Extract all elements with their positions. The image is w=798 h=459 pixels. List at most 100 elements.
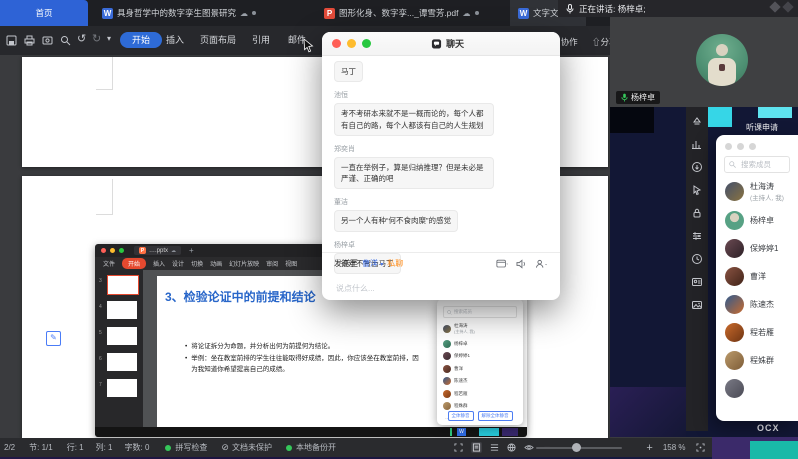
ppt-tab-animation[interactable]: 动画 [210,259,222,268]
tab-home[interactable]: 首页 [0,0,88,26]
ppt-tab-review[interactable]: 审阅 [266,259,278,268]
close-icon[interactable] [332,39,341,48]
ppt-tab-view[interactable]: 视图 [285,259,297,268]
nested-member-row[interactable]: 曹洋 [443,365,517,373]
member-row[interactable]: 杨梓卓 [725,211,798,230]
minimize-icon[interactable] [737,143,744,150]
ppt-tab-design[interactable]: 设计 [172,259,184,268]
ribbon-tab-start[interactable]: 开始 [120,32,162,48]
eye-protect-icon[interactable] [524,443,534,452]
ppt-new-tab-button[interactable]: + [189,246,194,255]
outline-view-icon[interactable] [490,443,499,452]
slide-thumbnail[interactable] [107,379,137,397]
fit-page-icon[interactable] [696,443,705,452]
record-icon[interactable] [691,161,703,173]
fullscreen-icon[interactable] [454,443,463,452]
member-row[interactable]: 保婷婷1 [725,239,798,258]
shared-screen-shape [758,107,792,118]
chat-input[interactable] [334,283,538,294]
minimize-icon[interactable] [347,39,356,48]
backup-label[interactable]: 本地备份开 [296,442,336,453]
slide-thumbnail[interactable] [107,327,137,345]
audit-request-label[interactable]: 听课申请 [746,122,778,133]
send-target-selector[interactable]: 曹洋 ▾ [362,258,383,269]
pointer-icon[interactable] [691,184,703,196]
nested-member-row[interactable]: 陈速杰 [443,377,517,385]
tab-doc-2[interactable]: P 图形化身、数字孪..._谭雪芳.pdf ☁ [316,0,506,26]
close-icon[interactable] [101,248,106,253]
member-row[interactable]: 陈速杰 [725,295,798,314]
member-row[interactable]: 程若雁 [725,323,798,342]
member-row[interactable]: 杜海涛(主持人, 我) [725,181,798,202]
zoom-percent[interactable]: 158 % [663,443,686,452]
member-row-partial[interactable] [725,379,798,398]
protect-label[interactable]: 文档未保护 [232,442,272,453]
ppt-tab-transition[interactable]: 切换 [191,259,203,268]
member-row[interactable]: 曹洋 [725,267,798,286]
minimize-icon[interactable] [110,248,115,253]
ribbon-tab-insert[interactable]: 插入 [166,32,184,48]
nested-member-row[interactable]: 程若雁 [443,390,517,398]
print-preview-icon[interactable] [42,35,53,46]
private-chat-toggle[interactable]: 私聊 [387,258,403,269]
save-icon[interactable] [6,35,17,46]
ribbon-tab-references[interactable]: 引用 [252,32,270,48]
unprotected-icon: ⊘ [221,442,229,453]
comment-marker-icon[interactable]: ✎ [46,331,61,346]
settings-sliders-icon[interactable] [691,230,703,242]
tab-doc-1[interactable]: W 具身哲学中的数字孪生图景研究 ☁ [94,0,312,26]
page-view-icon[interactable] [471,442,482,453]
close-icon[interactable] [725,143,732,150]
speaking-indicator-bar: 正在讲话: 杨梓卓; [558,0,798,17]
nested-member-row[interactable]: 保婷婷1 [443,352,517,360]
ppt-menu-file[interactable]: 文件 [103,259,115,268]
nested-member-row[interactable]: 程姝群 [443,402,517,410]
member-row[interactable]: 程姝群 [725,351,798,370]
stats-icon[interactable] [691,138,703,150]
profile-card-icon[interactable] [691,276,703,288]
undo-icon[interactable]: ↺ [77,32,86,45]
slide-thumbnail-panel: 3 4 5 6 7 [95,270,143,427]
member-search-field[interactable] [724,156,790,173]
message-sender: 郑奕肖 [334,144,548,154]
ppt-doc-tab[interactable]: P ….pptx ☁ [134,246,181,255]
presentation-logo-icon: P [139,247,146,254]
find-icon[interactable] [60,35,71,46]
speaker-icon[interactable] [516,259,527,269]
hand-raise-icon[interactable] [691,115,703,127]
maximize-icon[interactable] [749,143,756,150]
maximize-icon[interactable] [362,39,371,48]
member-search-input[interactable] [739,159,785,170]
spellcheck-label[interactable]: 拼写检查 [175,442,207,453]
chat-message-list[interactable]: 马丁 池恒 考不考研本来就不是一概而论的，每个人都有自己的路，每个人都该有自己的… [322,56,560,274]
mute-all-button[interactable]: 全体静音 [448,411,474,421]
slide-thumbnail[interactable] [107,353,137,371]
tab-home-label: 首页 [35,7,52,19]
redo-icon[interactable]: ↻ [92,32,101,45]
history-clock-icon[interactable] [691,253,703,265]
web-view-icon[interactable] [507,443,516,452]
ppt-tab-insert[interactable]: 插入 [153,259,165,268]
zoom-in-button[interactable]: + [646,442,652,454]
toolbar-dropdown-icon[interactable]: ▾ [107,34,111,43]
app-watermark-icon [771,3,792,13]
zoom-slider-handle[interactable] [572,443,581,452]
collaborate-label: 协作 [561,37,578,47]
image-icon[interactable] [691,299,703,311]
slide-thumbnail[interactable] [107,301,137,319]
ppt-tab-slideshow[interactable]: 幻灯片放映 [229,259,259,268]
lock-icon[interactable] [691,207,703,219]
print-icon[interactable] [24,35,35,46]
ribbon-tab-page-layout[interactable]: 页面布局 [200,32,236,48]
shared-screen-shape [610,107,654,133]
maximize-icon[interactable] [119,248,124,253]
status-section: 节: 1/1 [29,442,53,453]
chat-history-icon[interactable] [496,259,508,269]
nested-member-row[interactable]: 杜海涛(主持人, 我) [443,323,517,335]
nested-search-field[interactable]: 搜索成员 [443,306,517,318]
slide-thumbnail-active[interactable] [107,275,139,295]
ppt-tab-start[interactable]: 开始 [122,258,146,269]
invite-member-icon[interactable] [535,259,548,269]
unmute-all-button[interactable]: 解除全体静音 [478,411,513,421]
nested-member-row[interactable]: 杨梓卓 [443,340,517,348]
